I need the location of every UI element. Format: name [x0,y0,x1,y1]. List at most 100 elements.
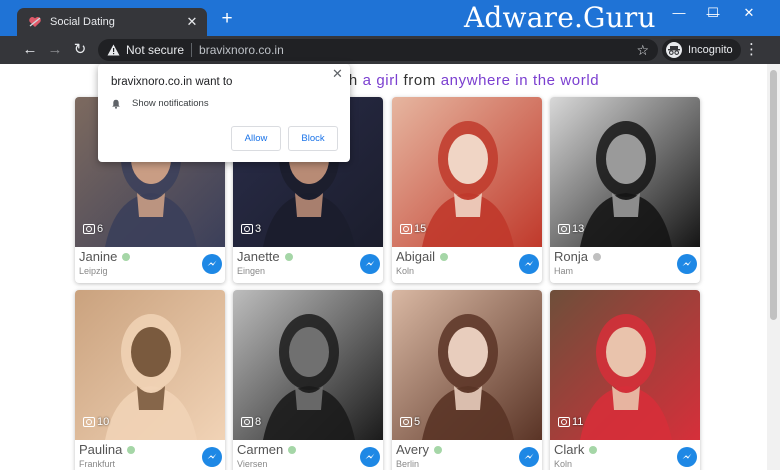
headline-from: from [403,72,436,89]
incognito-icon [666,42,682,58]
photo-count-value: 5 [414,416,421,428]
incognito-label: Incognito [688,44,733,56]
profile-name[interactable]: Abigail [396,249,435,264]
profile-name[interactable]: Ronja [554,249,588,264]
watermark-logo: Adware.Guru [464,1,656,34]
maximize-button[interactable]: ☐ [696,0,730,28]
profile-info: Abigail Koln [392,247,542,283]
profile-info: Avery Berlin [392,440,542,470]
profile-city: Koln [554,459,573,469]
profile-name[interactable]: Paulina [79,442,122,457]
online-status-dot [122,252,131,261]
photo-count-value: 10 [97,416,110,428]
warning-icon [106,43,120,57]
photo-count-value: 11 [572,416,584,428]
incognito-indicator[interactable]: Incognito [662,39,741,61]
minimize-button[interactable]: — [662,0,696,28]
allow-button[interactable]: Allow [231,126,281,151]
offline-status-dot [592,252,601,261]
messenger-icon[interactable] [360,254,380,274]
notification-permission-popup: bravixnoro.co.in want to ✕ Show notifica… [98,64,350,162]
new-tab-button[interactable]: + [217,9,237,29]
headline-girl: a girl [362,72,399,89]
camera-icon [83,417,95,427]
messenger-icon[interactable] [360,447,380,467]
messenger-icon[interactable] [202,254,222,274]
permission-row: Show notifications [111,98,209,109]
online-status-dot [589,445,598,454]
profile-name-row[interactable]: Abigail [396,249,449,264]
profile-name-row[interactable]: Janette [237,249,293,264]
profile-name-row[interactable]: Ronja [554,249,601,264]
bookmark-star-icon[interactable]: ☆ [636,42,649,59]
security-status[interactable]: Not secure [126,43,184,57]
profile-name[interactable]: Janette [237,249,280,264]
profile-name[interactable]: Avery [396,442,429,457]
profile-city: Berlin [396,459,420,469]
messenger-icon[interactable] [519,254,539,274]
profile-city: Frankfurt [79,459,116,469]
profile-city: Leipzig [79,266,108,276]
tab-close-icon[interactable]: ✕ [183,14,201,30]
reload-button[interactable]: ↻ [70,40,90,60]
profile-name[interactable]: Carmen [237,442,283,457]
photo-count-value: 8 [255,416,262,428]
popup-close-icon[interactable]: ✕ [332,66,343,82]
url-text[interactable]: bravixnoro.co.in [199,43,284,57]
browser-tab[interactable]: Social Dating ✕ [17,8,207,36]
profile-info: Paulina Frankfurt [75,440,225,470]
profile-name-row[interactable]: Paulina [79,442,136,457]
camera-icon [400,417,412,427]
photo-count: 15 [400,223,426,235]
profile-card[interactable]: 5 Avery Berlin [392,290,542,470]
forward-button[interactable]: → [45,40,65,60]
messenger-icon[interactable] [202,447,222,467]
camera-icon [558,224,570,234]
profile-card[interactable]: 15 Abigail Koln [392,97,542,283]
messenger-icon[interactable] [677,447,697,467]
messenger-icon[interactable] [519,447,539,467]
profile-name[interactable]: Clark [554,442,584,457]
photo-count-value: 15 [414,223,427,235]
browser-toolbar: ← → ↻ Not secure bravixnoro.co.in ☆ Inco… [0,36,780,64]
headline-anywhere: anywhere in the world [440,72,600,89]
heart-favicon-icon [28,15,42,29]
online-status-dot [288,445,297,454]
profile-city: Ham [554,266,574,276]
online-status-dot [284,252,293,261]
close-window-button[interactable]: ✕ [732,0,766,28]
profile-card[interactable]: 11 Clark Koln [550,290,700,470]
profile-name[interactable]: Janine [79,249,117,264]
profile-card[interactable]: 10 Paulina Frankfurt [75,290,225,470]
profile-card[interactable]: 13 Ronja Ham [550,97,700,283]
profile-name-row[interactable]: Avery [396,442,442,457]
profile-info: Clark Koln [550,440,700,470]
page-scrollbar[interactable] [767,64,780,470]
block-button[interactable]: Block [288,126,338,151]
scrollbar-thumb[interactable] [770,70,777,320]
photo-count: 3 [241,223,261,235]
camera-icon [558,417,570,427]
photo-count: 5 [400,416,420,428]
address-bar[interactable]: Not secure bravixnoro.co.in ☆ [98,39,658,61]
profile-name-row[interactable]: Janine [79,249,131,264]
photo-count: 11 [558,416,583,428]
profile-info: Ronja Ham [550,247,700,283]
popup-title: bravixnoro.co.in want to [111,76,233,88]
camera-icon [241,224,253,234]
online-status-dot [434,445,442,454]
profile-card[interactable]: 8 Carmen Viersen [233,290,383,470]
back-button[interactable]: ← [20,40,40,60]
camera-icon [241,417,253,427]
camera-icon [83,224,95,234]
browser-menu-icon[interactable]: ⋮ [744,40,759,60]
photo-count: 6 [83,223,103,235]
messenger-icon[interactable] [677,254,697,274]
profile-name-row[interactable]: Clark [554,442,598,457]
photo-count: 13 [558,223,584,235]
profile-name-row[interactable]: Carmen [237,442,297,457]
profile-city: Eingen [237,266,266,276]
online-status-dot [440,252,449,261]
bell-icon [112,99,120,109]
photo-count: 10 [83,416,109,428]
